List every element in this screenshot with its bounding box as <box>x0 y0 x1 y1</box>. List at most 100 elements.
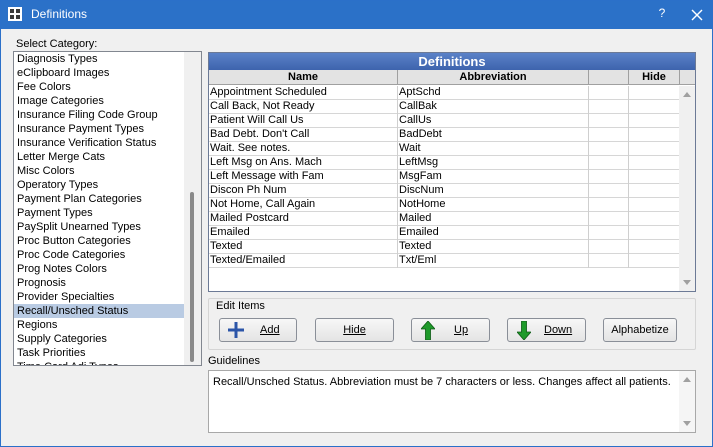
window-title: Definitions <box>31 7 88 21</box>
cell-hide <box>629 170 680 184</box>
cell-extra <box>589 198 629 212</box>
cell-abbreviation: NotHome <box>398 198 589 212</box>
cell-abbreviation: Wait <box>398 142 589 156</box>
title-bar: Definitions ? <box>1 1 712 29</box>
select-category-label: Select Category: <box>16 38 98 50</box>
table-row[interactable]: Bad Debt. Don't Call BadDebt <box>209 128 680 142</box>
category-item[interactable]: Provider Specialties <box>14 290 201 304</box>
hide-button[interactable]: Hide <box>315 318 394 342</box>
table-row[interactable]: Texted Texted <box>209 240 680 254</box>
cell-hide <box>629 114 680 128</box>
guidelines-scrollbar[interactable] <box>679 371 695 432</box>
table-row[interactable]: Texted/Emailed Txt/Eml <box>209 254 680 268</box>
category-item[interactable]: Regions <box>14 318 201 332</box>
column-header-abbreviation[interactable]: Abbreviation <box>398 70 589 85</box>
category-item[interactable]: Recall/Unsched Status <box>14 304 201 318</box>
cell-extra <box>589 184 629 198</box>
cell-hide <box>629 254 680 268</box>
add-button-label: Add <box>260 324 280 336</box>
category-item[interactable]: Task Priorities <box>14 346 201 360</box>
category-scroll-thumb[interactable] <box>190 192 194 362</box>
category-item[interactable]: eClipboard Images <box>14 66 201 80</box>
cell-abbreviation: LeftMsg <box>398 156 589 170</box>
cell-name: Patient Will Call Us <box>209 114 398 128</box>
cell-hide <box>629 128 680 142</box>
category-item[interactable]: Supply Categories <box>14 332 201 346</box>
alphabetize-button[interactable]: Alphabetize <box>603 318 677 342</box>
cell-name: Discon Ph Num <box>209 184 398 198</box>
cell-abbreviation: MsgFam <box>398 170 589 184</box>
guidelines-box: Recall/Unsched Status. Abbreviation must… <box>208 370 696 433</box>
category-item[interactable]: Prognosis <box>14 276 201 290</box>
cell-extra <box>589 86 629 100</box>
category-item[interactable]: Letter Merge Cats <box>14 150 201 164</box>
category-list[interactable]: Diagnosis Types eClipboard Images Fee Colo… <box>13 51 202 366</box>
table-row[interactable]: Left Msg on Ans. Mach LeftMsg <box>209 156 680 170</box>
category-item[interactable]: Insurance Payment Types <box>14 122 201 136</box>
category-item[interactable]: Insurance Verification Status <box>14 136 201 150</box>
cell-name: Bad Debt. Don't Call <box>209 128 398 142</box>
category-item[interactable]: Time Card Adj Types <box>14 360 201 365</box>
down-button[interactable]: Down <box>507 318 586 342</box>
cell-extra <box>589 142 629 156</box>
cell-abbreviation: BadDebt <box>398 128 589 142</box>
category-item[interactable]: Proc Button Categories <box>14 234 201 248</box>
up-button[interactable]: Up <box>411 318 490 342</box>
down-button-label: Down <box>544 324 573 336</box>
category-item[interactable]: Operatory Types <box>14 178 201 192</box>
cell-name: Texted <box>209 240 398 254</box>
cell-extra <box>589 212 629 226</box>
table-row[interactable]: Wait. See notes. Wait <box>209 142 680 156</box>
guidelines-text: Recall/Unsched Status. Abbreviation must… <box>213 376 671 388</box>
grid-header: Name Abbreviation Hide <box>209 70 695 85</box>
scroll-up-arrow-icon[interactable] <box>683 92 691 97</box>
category-item[interactable]: Image Categories <box>14 94 201 108</box>
cell-hide <box>629 184 680 198</box>
table-row[interactable]: Left Message with Fam MsgFam <box>209 170 680 184</box>
help-button[interactable]: ? <box>653 6 671 24</box>
category-item[interactable]: Prog Notes Colors <box>14 262 201 276</box>
cell-hide <box>629 156 680 170</box>
table-row[interactable]: Not Home, Call Again NotHome <box>209 198 680 212</box>
cell-extra <box>589 240 629 254</box>
add-button[interactable]: Add <box>219 318 297 342</box>
cell-extra <box>589 100 629 114</box>
cell-hide <box>629 226 680 240</box>
guidelines-scroll-down-icon[interactable] <box>683 421 691 426</box>
category-item[interactable]: Payment Types <box>14 206 201 220</box>
hide-button-label: Hide <box>343 324 366 336</box>
column-header-hide[interactable]: Hide <box>629 70 680 85</box>
cell-abbreviation: CallUs <box>398 114 589 128</box>
cell-hide <box>629 240 680 254</box>
table-row[interactable]: Emailed Emailed <box>209 226 680 240</box>
alphabetize-button-label: Alphabetize <box>611 324 669 336</box>
column-header-extra[interactable] <box>589 70 629 85</box>
table-row[interactable]: Discon Ph Num DiscNum <box>209 184 680 198</box>
category-item[interactable]: PaySplit Unearned Types <box>14 220 201 234</box>
category-item[interactable]: Insurance Filing Code Group <box>14 108 201 122</box>
cell-name: Wait. See notes. <box>209 142 398 156</box>
cell-abbreviation: Txt/Eml <box>398 254 589 268</box>
cell-abbreviation: Mailed <box>398 212 589 226</box>
up-arrow-icon <box>421 321 435 340</box>
guidelines-scroll-up-icon[interactable] <box>683 377 691 382</box>
column-header-name[interactable]: Name <box>209 70 398 85</box>
category-item[interactable]: Proc Code Categories <box>14 248 201 262</box>
scroll-down-arrow-icon[interactable] <box>683 280 691 285</box>
category-item[interactable]: Fee Colors <box>14 80 201 94</box>
grid-scrollbar[interactable] <box>679 86 695 291</box>
cell-extra <box>589 226 629 240</box>
table-row[interactable]: Call Back, Not Ready CallBak <box>209 100 680 114</box>
cell-abbreviation: Emailed <box>398 226 589 240</box>
category-item[interactable]: Misc Colors <box>14 164 201 178</box>
cell-name: Texted/Emailed <box>209 254 398 268</box>
category-item[interactable]: Payment Plan Categories <box>14 192 201 206</box>
table-row[interactable]: Appointment Scheduled AptSchd <box>209 86 680 100</box>
category-item[interactable]: Diagnosis Types <box>14 52 201 66</box>
cell-extra <box>589 254 629 268</box>
cell-name: Mailed Postcard <box>209 212 398 226</box>
close-button[interactable] <box>687 5 707 25</box>
table-row[interactable]: Patient Will Call Us CallUs <box>209 114 680 128</box>
category-scrollbar[interactable] <box>184 52 201 365</box>
table-row[interactable]: Mailed Postcard Mailed <box>209 212 680 226</box>
